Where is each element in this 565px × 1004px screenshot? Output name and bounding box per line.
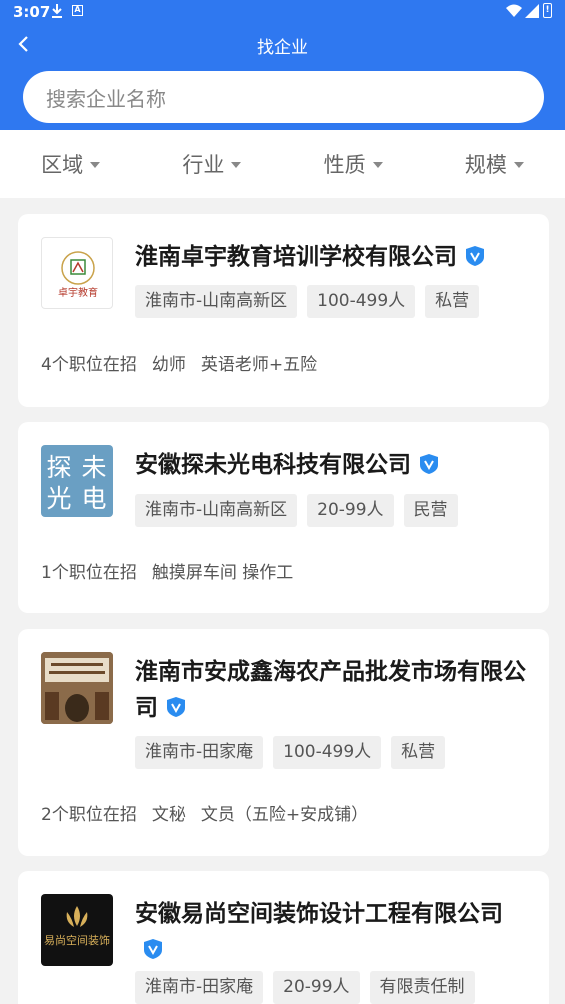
svg-text:探: 探 xyxy=(46,453,71,482)
company-name: 淮南卓宇教育培训学校有限公司 xyxy=(135,239,529,275)
job-title: 英语老师+五险 xyxy=(200,355,318,375)
company-logo: 易尚空间装饰 xyxy=(41,894,113,966)
job-title: 触摸屏车间 操作工 xyxy=(151,563,294,583)
app-notification-icon: A xyxy=(72,5,83,16)
job-count: 4个职位在招 xyxy=(41,355,137,375)
status-time: 3:07 xyxy=(13,3,51,21)
search-input[interactable]: 搜索企业名称 xyxy=(23,71,544,123)
filter-region[interactable]: 区域 xyxy=(0,130,141,198)
company-logo: 探 未 光 电 xyxy=(41,445,113,517)
verified-badge-icon xyxy=(420,454,438,474)
company-card[interactable]: 卓宇教育 淮南卓宇教育培训学校有限公司 淮南市-山南高新区 100-499人 私… xyxy=(18,214,549,407)
job-count: 2个职位在招 xyxy=(41,805,137,825)
svg-text:电: 电 xyxy=(81,484,106,513)
company-card[interactable]: 探 未 光 电 安徽探未光电科技有限公司 淮南市-山南高新区 20-99人 民营… xyxy=(18,422,549,613)
tag-type: 有限责任制 xyxy=(369,971,475,1004)
signal-icon xyxy=(525,4,539,18)
job-summary: 1个职位在招 触摸屏车间 操作工 xyxy=(41,558,308,583)
verified-badge-icon xyxy=(167,697,185,717)
search-placeholder: 搜索企业名称 xyxy=(46,86,166,111)
tag-type: 私营 xyxy=(425,285,480,318)
svg-text:卓宇教育: 卓宇教育 xyxy=(58,286,98,299)
tag-size: 100-499人 xyxy=(307,285,416,318)
filter-bar: 区域 行业 性质 规模 xyxy=(0,130,565,198)
caret-down-icon xyxy=(231,162,242,168)
tag-location: 淮南市-田家庵 xyxy=(135,736,264,769)
caret-down-icon xyxy=(90,162,101,168)
caret-down-icon xyxy=(372,162,383,168)
job-summary: 4个职位在招 幼师 英语老师+五险 xyxy=(41,350,332,375)
tag-size: 20-99人 xyxy=(273,971,360,1004)
job-title: 文员（五险+安成铺） xyxy=(200,805,369,825)
page-title: 找企业 xyxy=(257,38,308,58)
company-logo xyxy=(41,652,113,724)
company-name: 淮南市安成鑫海农产品批发市场有限公司 xyxy=(135,659,526,721)
job-title: 文秘 xyxy=(151,805,186,825)
svg-text:光: 光 xyxy=(46,484,71,513)
company-logo: 卓宇教育 xyxy=(41,237,113,309)
company-card[interactable]: 淮南市安成鑫海农产品批发市场有限公司 淮南市-田家庵 100-499人 私营 2… xyxy=(18,629,549,856)
filter-label: 规模 xyxy=(464,153,507,177)
filter-label: 区域 xyxy=(41,153,84,177)
company-tags: 淮南市-山南高新区 100-499人 私营 xyxy=(135,285,480,318)
download-icon xyxy=(52,4,62,18)
caret-down-icon xyxy=(513,162,524,168)
job-title: 幼师 xyxy=(151,355,186,375)
filter-scale[interactable]: 规模 xyxy=(424,130,565,198)
company-tags: 淮南市-田家庵 100-499人 私营 xyxy=(135,736,446,769)
verified-badge-icon xyxy=(144,939,162,959)
header: 3:07 A ! 找企业 搜索企业名称 xyxy=(0,0,565,130)
tag-location: 淮南市-山南高新区 xyxy=(135,285,298,318)
tag-size: 20-99人 xyxy=(307,494,394,527)
filter-nature[interactable]: 性质 xyxy=(283,130,424,198)
company-name: 安徽易尚空间装饰设计工程有限公司 xyxy=(135,896,529,968)
filter-label: 行业 xyxy=(182,153,225,177)
status-bar: 3:07 A ! xyxy=(0,0,565,24)
company-name: 安徽探未光电科技有限公司 xyxy=(135,447,529,483)
tag-size: 100-499人 xyxy=(273,736,382,769)
filter-label: 性质 xyxy=(323,153,366,177)
filter-industry[interactable]: 行业 xyxy=(141,130,282,198)
svg-text:易尚空间装饰: 易尚空间装饰 xyxy=(44,933,110,947)
tag-location: 淮南市-山南高新区 xyxy=(135,494,298,527)
job-count: 1个职位在招 xyxy=(41,563,137,583)
company-tags: 淮南市-田家庵 20-99人 有限责任制 xyxy=(135,971,475,1004)
company-card[interactable]: 易尚空间装饰 安徽易尚空间装饰设计工程有限公司 淮南市-田家庵 20-99人 有… xyxy=(18,871,549,1004)
company-tags: 淮南市-山南高新区 20-99人 民营 xyxy=(135,494,458,527)
wifi-icon xyxy=(506,4,522,17)
tag-type: 民营 xyxy=(403,494,458,527)
job-summary: 2个职位在招 文秘 文员（五险+安成铺） xyxy=(41,800,383,825)
tag-location: 淮南市-田家庵 xyxy=(135,971,264,1004)
svg-text:未: 未 xyxy=(81,453,106,482)
tag-type: 私营 xyxy=(391,736,446,769)
battery-icon: ! xyxy=(543,3,552,18)
verified-badge-icon xyxy=(466,246,484,266)
